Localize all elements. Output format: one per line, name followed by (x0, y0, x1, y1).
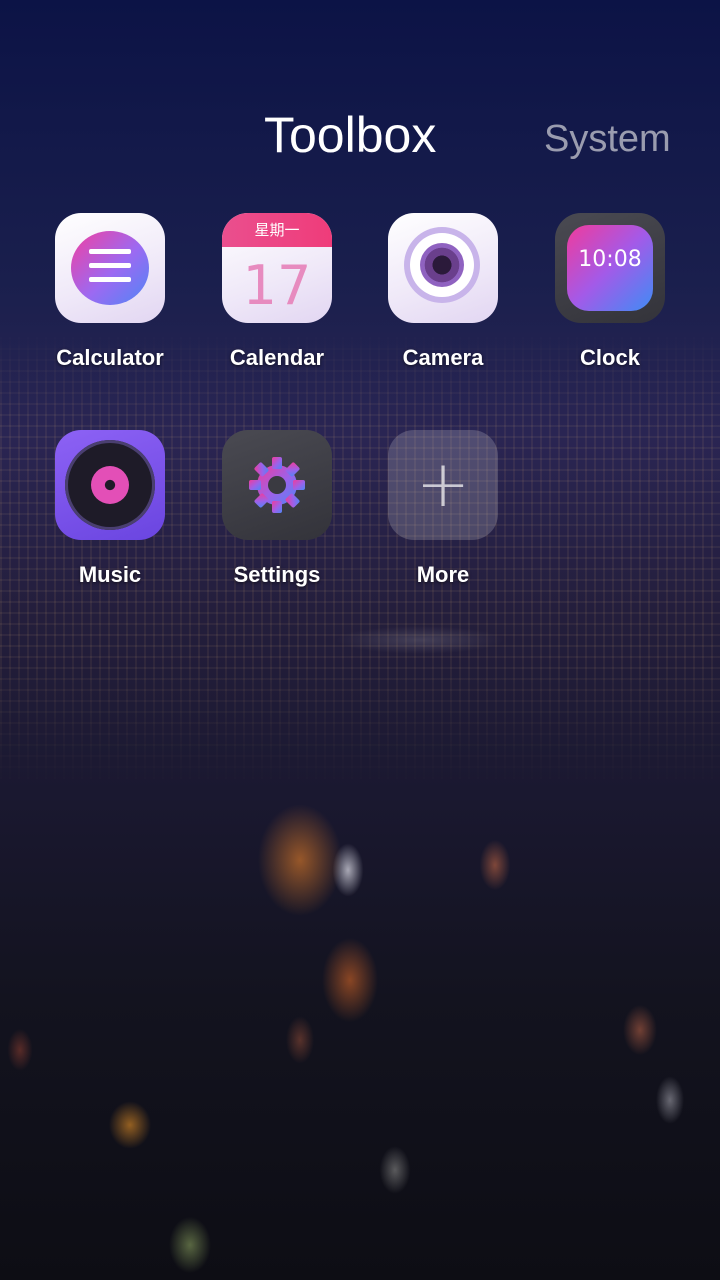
app-label: More (416, 562, 470, 587)
app-label: Settings (233, 562, 321, 587)
music-icon (55, 430, 165, 540)
app-calendar[interactable]: 星期一 17 Calendar (197, 210, 357, 390)
app-calculator[interactable]: Calculator (30, 210, 190, 390)
folder-tabs: Toolbox System (0, 100, 720, 170)
app-camera[interactable]: Camera (363, 210, 523, 390)
calculator-icon (55, 213, 165, 323)
camera-icon (388, 213, 498, 323)
app-clock[interactable]: 10:08 Clock (530, 210, 690, 390)
app-label: Calendar (229, 345, 325, 370)
clock-icon: 10:08 (555, 213, 665, 323)
app-label: Music (78, 562, 142, 587)
app-music[interactable]: Music (30, 427, 190, 607)
app-more[interactable]: + More (363, 427, 523, 607)
gear-icon (222, 430, 332, 540)
app-label: Calculator (56, 345, 164, 370)
app-settings[interactable]: Settings (197, 427, 357, 607)
calendar-icon: 星期一 17 (222, 213, 332, 323)
app-label: Clock (580, 345, 640, 370)
clock-time: 10:08 (578, 247, 642, 272)
calendar-day: 17 (242, 254, 312, 317)
calendar-weekday: 星期一 (222, 213, 332, 247)
tab-system[interactable]: System (544, 112, 671, 166)
plus-icon: + (388, 430, 498, 540)
app-label: Camera (402, 345, 484, 370)
tab-toolbox[interactable]: Toolbox (264, 100, 436, 170)
